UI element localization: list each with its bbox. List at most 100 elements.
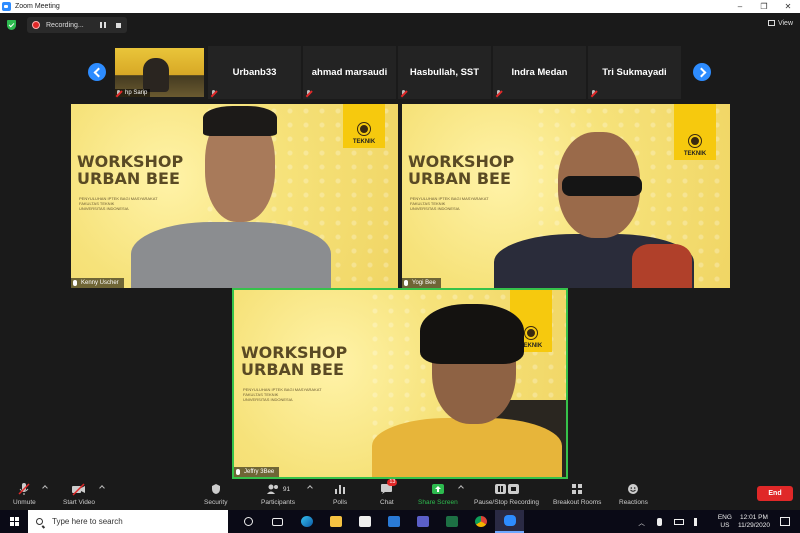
pause-stop-icon	[494, 482, 520, 496]
store-button[interactable]	[350, 510, 379, 533]
workshop-subtitle: PENYULUHAN IPTEK BAGI MASYARAKAT FAKULTA…	[243, 387, 322, 402]
teams-button[interactable]	[408, 510, 437, 533]
glasses	[562, 176, 642, 196]
badge-text: TEKNIK	[352, 139, 376, 145]
cortana-button[interactable]	[234, 510, 263, 533]
notifications-icon[interactable]	[780, 517, 790, 526]
task-view-button[interactable]	[263, 510, 292, 533]
unmute-button[interactable]: Unmute	[13, 482, 36, 506]
participants-button[interactable]: 91 Participants	[261, 482, 295, 506]
participant-name-tag: Yogi Bee	[402, 278, 441, 288]
mail-button[interactable]	[379, 510, 408, 533]
share-screen-icon	[431, 482, 445, 496]
participants-label: Participants	[261, 499, 295, 506]
security-label: Security	[204, 499, 228, 506]
workshop-title: WORKSHOP URBAN BEE	[77, 153, 183, 188]
edge-button[interactable]	[292, 510, 321, 533]
title-bar: Zoom Meeting – ❐ ✕	[0, 0, 800, 13]
pause-stop-recording-button[interactable]: Pause/Stop Recording	[474, 482, 539, 506]
start-video-button[interactable]: Start Video	[63, 482, 95, 506]
region-code: US	[720, 521, 730, 529]
network-icon[interactable]	[673, 518, 684, 525]
filmstrip-tile-name: ahmad marsaudi	[311, 67, 388, 78]
participants-options-caret-icon[interactable]	[307, 485, 313, 491]
video-options-caret-icon[interactable]	[99, 485, 105, 491]
folder-icon	[329, 516, 342, 527]
pinned-apps	[234, 510, 524, 533]
input-language-indicator[interactable]: ENG US	[718, 514, 732, 530]
pause-recording-icon[interactable]	[100, 22, 106, 28]
faculty-badge: TEKNIK	[674, 104, 716, 160]
edge-icon	[300, 516, 313, 527]
share-options-caret-icon[interactable]	[458, 485, 464, 491]
filmstrip-tile[interactable]: Tri Sukmayadi	[588, 46, 681, 99]
video-off-icon	[71, 482, 87, 496]
reactions-smiley-icon	[627, 482, 639, 496]
recording-label: Recording...	[46, 21, 84, 29]
system-tray: ︿ ENG US 12:01 PM 11/29/2020	[638, 510, 800, 533]
search-icon	[36, 518, 43, 525]
chrome-button[interactable]	[466, 510, 495, 533]
task-view-icon	[272, 517, 283, 526]
workshop-title-line2: URBAN BEE	[408, 168, 511, 188]
cortana-icon	[244, 517, 253, 526]
breakout-rooms-label: Breakout Rooms	[553, 499, 602, 506]
chat-button[interactable]: 13 Chat	[380, 479, 398, 506]
encryption-shield-icon[interactable]	[7, 20, 16, 30]
clock-time: 12:01 PM	[740, 513, 768, 521]
microphone-tray-icon[interactable]	[656, 517, 662, 526]
recording-label: Pause/Stop Recording	[474, 499, 540, 506]
participant-name: Kenny Uscher	[81, 280, 119, 286]
filmstrip-tile[interactable]: Indra Medan	[493, 46, 586, 99]
participant-body	[372, 418, 562, 477]
stop-recording-icon[interactable]	[116, 22, 121, 28]
file-explorer-button[interactable]	[321, 510, 350, 533]
close-button[interactable]: ✕	[776, 0, 800, 13]
start-button[interactable]	[0, 510, 28, 533]
subtitle-line: UNIVERSITAS INDONESIA	[410, 206, 460, 211]
security-button[interactable]: Security	[204, 482, 227, 506]
video-tile[interactable]: WORKSHOP URBAN BEE PENYULUHAN IPTEK BAGI…	[71, 104, 398, 288]
muted-mic-icon	[116, 90, 122, 97]
filmstrip-tile-video[interactable]: hp Sarip	[113, 46, 206, 99]
taskbar-clock[interactable]: 12:01 PM 11/29/2020	[738, 514, 770, 530]
active-speaker-video-tile[interactable]: WORKSHOP URBAN BEE PENYULUHAN IPTEK BAGI…	[232, 288, 568, 479]
volume-icon[interactable]	[693, 517, 702, 526]
mic-icon	[404, 280, 408, 286]
university-emblem-icon	[357, 122, 371, 136]
minimize-button[interactable]: –	[728, 0, 752, 13]
subtitle-line: UNIVERSITAS INDONESIA	[79, 206, 129, 211]
participant-name: Jeffry 3Bee	[244, 469, 275, 475]
polls-button[interactable]: Polls	[333, 482, 347, 506]
muted-mic-icon	[211, 90, 217, 97]
mic-icon	[73, 280, 77, 286]
show-hidden-icons-chevron-icon[interactable]: ︿	[638, 517, 645, 527]
end-meeting-button[interactable]: End	[757, 486, 793, 501]
filmstrip-tile-name: Hasbullah, SST	[409, 67, 480, 78]
shirt-pattern	[632, 244, 692, 288]
taskbar-search[interactable]: Type here to search	[28, 510, 228, 533]
audio-options-caret-icon[interactable]	[42, 485, 48, 491]
excel-button[interactable]	[437, 510, 466, 533]
filmstrip-next-button[interactable]	[693, 63, 711, 81]
zoom-taskbar-button[interactable]	[495, 510, 524, 533]
filmstrip-prev-button[interactable]	[88, 63, 106, 81]
badge-text: TEKNIK	[683, 151, 707, 157]
reactions-button[interactable]: Reactions	[619, 482, 648, 506]
excel-icon	[445, 516, 458, 527]
language-code: ENG	[717, 513, 732, 521]
filmstrip-tile[interactable]: ahmad marsaudi	[303, 46, 396, 99]
workshop-title-line2: URBAN BEE	[241, 359, 344, 379]
filmstrip-tile[interactable]: Hasbullah, SST	[398, 46, 491, 99]
faculty-badge: TEKNIK	[343, 104, 385, 148]
view-button[interactable]: View	[767, 17, 793, 29]
share-screen-button[interactable]: Share Screen	[418, 482, 458, 506]
breakout-rooms-button[interactable]: Breakout Rooms	[553, 482, 601, 506]
filmstrip-tile[interactable]: Urbanb33	[208, 46, 301, 99]
mic-icon	[236, 469, 240, 475]
subtitle-line: UNIVERSITAS INDONESIA	[243, 397, 293, 402]
participant-name: Yogi Bee	[412, 280, 436, 286]
restore-button[interactable]: ❐	[752, 0, 776, 13]
windows-taskbar: Type here to search ︿ ENG US 12:01 PM 11…	[0, 510, 800, 533]
video-tile[interactable]: WORKSHOP URBAN BEE PENYULUHAN IPTEK BAGI…	[402, 104, 730, 288]
